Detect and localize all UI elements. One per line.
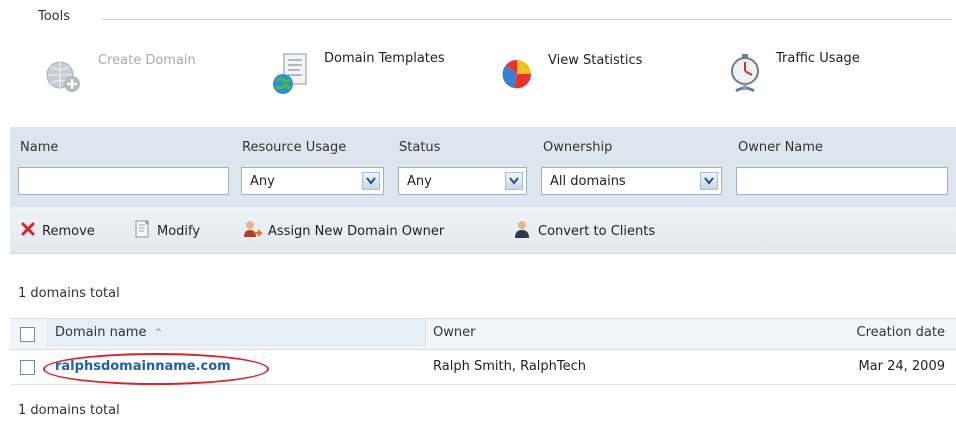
ownership-label: Ownership <box>543 140 613 155</box>
sort-ascending-icon: ^ <box>154 327 163 338</box>
create-domain-button[interactable]: Create Domain <box>42 53 196 95</box>
chevron-down-icon <box>505 172 523 190</box>
domain-name-header-label: Domain name <box>55 325 147 340</box>
name-filter-input[interactable] <box>18 167 229 195</box>
assign-new-domain-owner-button[interactable]: Assign New Domain Owner <box>242 219 444 243</box>
ownership-select[interactable]: All domains <box>541 167 722 195</box>
owner-cell: Ralph Smith, RalphTech <box>433 359 587 374</box>
traffic-usage-label: Traffic Usage <box>776 51 860 66</box>
resource-usage-label: Resource Usage <box>242 140 347 155</box>
status-select[interactable]: Any <box>398 167 527 195</box>
user-assign-icon <box>242 219 263 243</box>
row-checkbox[interactable] <box>20 360 35 375</box>
resource-usage-select[interactable]: Any <box>241 167 384 195</box>
globe-add-icon <box>42 53 90 95</box>
domain-templates-label: Domain Templates <box>324 51 445 66</box>
domain-templates-button[interactable]: Domain Templates <box>270 51 445 97</box>
pie-chart-icon <box>498 53 540 95</box>
view-statistics-button[interactable]: View Statistics <box>498 53 642 95</box>
convert-to-clients-label: Convert to Clients <box>538 223 656 239</box>
modify-label: Modify <box>157 223 201 239</box>
owner-name-label: Owner Name <box>738 140 823 155</box>
domain-link[interactable]: ralphsdomainname.com <box>55 359 231 374</box>
status-label: Status <box>399 140 441 155</box>
modify-button[interactable]: Modify <box>133 219 200 243</box>
chevron-down-icon <box>700 172 718 190</box>
remove-label: Remove <box>42 223 95 239</box>
traffic-usage-button[interactable]: Traffic Usage <box>726 51 860 97</box>
owner-name-input[interactable] <box>736 167 948 195</box>
document-edit-icon <box>133 219 151 243</box>
owner-column-header[interactable]: Owner <box>433 325 475 340</box>
convert-to-clients-button[interactable]: Convert to Clients <box>512 219 655 243</box>
name-filter-label: Name <box>20 140 59 155</box>
document-globe-icon <box>270 51 316 97</box>
domains-total-top: 1 domains total <box>18 286 120 301</box>
tools-section-title: Tools <box>38 9 71 24</box>
create-domain-label: Create Domain <box>98 53 196 68</box>
user-icon <box>512 219 532 243</box>
status-value: Any <box>407 173 432 189</box>
view-statistics-label: View Statistics <box>548 53 643 68</box>
domains-total-bottom: 1 domains total <box>18 403 120 418</box>
domain-name-column-header[interactable]: Domain name ^ <box>55 325 162 340</box>
creation-date-cell: Mar 24, 2009 <box>858 359 945 374</box>
creation-date-column-header[interactable]: Creation date <box>815 325 945 340</box>
chevron-down-icon <box>362 172 380 190</box>
stopwatch-icon <box>726 51 768 97</box>
ownership-value: All domains <box>550 173 626 189</box>
select-all-checkbox[interactable] <box>20 327 35 342</box>
assign-new-domain-owner-label: Assign New Domain Owner <box>268 223 445 239</box>
red-x-icon <box>20 221 36 241</box>
remove-button[interactable]: Remove <box>20 221 95 241</box>
tools-divider <box>102 19 952 20</box>
resource-usage-value: Any <box>250 173 275 189</box>
column-separator <box>425 319 426 347</box>
